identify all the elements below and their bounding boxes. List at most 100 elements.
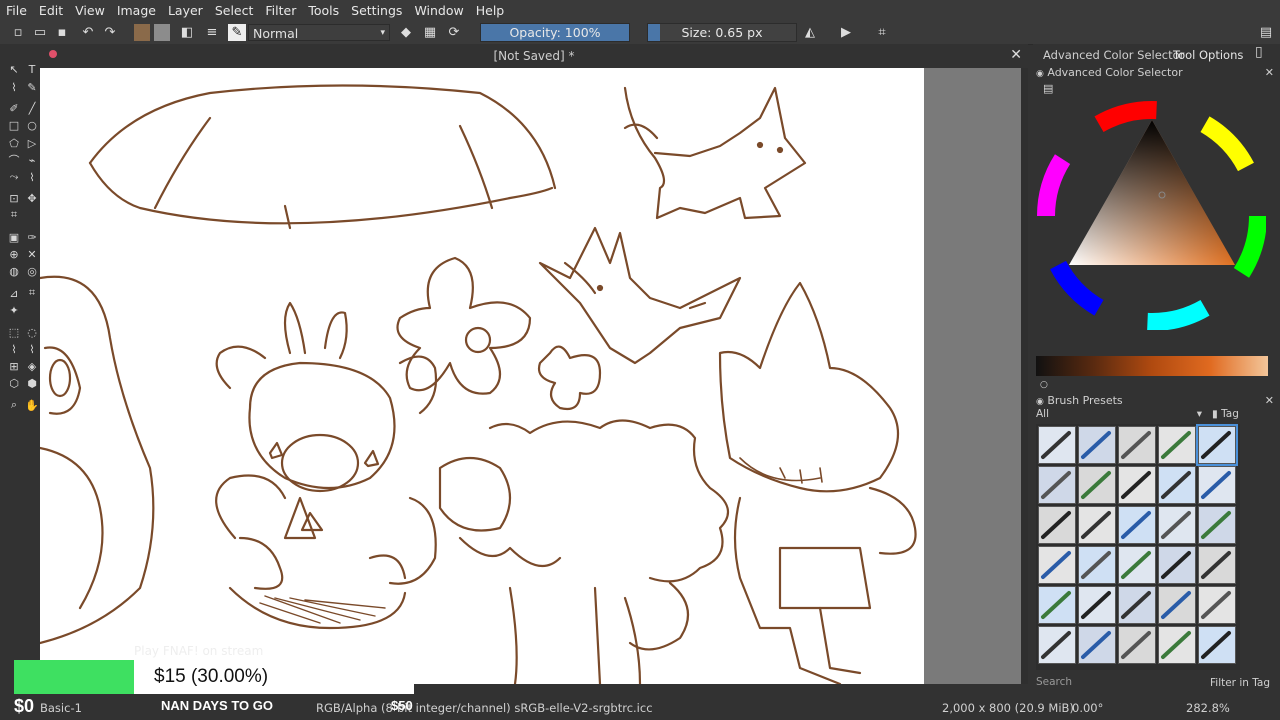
brush-preset-item[interactable]: [1118, 506, 1156, 544]
close-document-icon[interactable]: ✕: [1010, 47, 1022, 63]
tab-advanced-color-selector[interactable]: Advanced Color Selector: [1043, 48, 1184, 62]
document-tab[interactable]: [Not Saved] * ✕: [40, 44, 1028, 68]
menu-help[interactable]: Help: [470, 0, 511, 21]
brush-preset-item[interactable]: [1198, 546, 1236, 584]
brush-preset-item[interactable]: [1118, 626, 1156, 664]
canvas-paper[interactable]: [40, 68, 924, 684]
color-reset-icon[interactable]: ○: [1040, 380, 1048, 390]
brush-preset-item[interactable]: [1078, 586, 1116, 624]
tool-icon[interactable]: ○: [25, 118, 39, 132]
tool-icon[interactable]: ↖: [7, 62, 21, 76]
brush-preset-item[interactable]: [1158, 506, 1196, 544]
brush-preset-item[interactable]: [1158, 586, 1196, 624]
eraser-mode-icon[interactable]: ◆: [398, 24, 414, 41]
preserve-alpha-icon[interactable]: ▦: [422, 24, 438, 41]
tool-icon[interactable]: ⌗: [25, 286, 39, 300]
brush-preset-item[interactable]: [1158, 546, 1196, 584]
tool-icon[interactable]: ⊿: [7, 286, 21, 300]
tool-icon[interactable]: ✐: [7, 101, 21, 115]
brush-preset-item[interactable]: [1038, 546, 1076, 584]
menu-filter[interactable]: Filter: [259, 0, 302, 21]
brush-preset-item[interactable]: [1078, 506, 1116, 544]
color-settings-icon[interactable]: ▤: [1043, 82, 1053, 95]
brush-preset-item[interactable]: [1158, 466, 1196, 504]
brush-preset-item[interactable]: [1118, 546, 1156, 584]
color-history-strip[interactable]: [1036, 356, 1268, 376]
menu-edit[interactable]: Edit: [33, 0, 69, 21]
brush-preset-item[interactable]: [1118, 426, 1156, 464]
brush-preset-item[interactable]: [1038, 466, 1076, 504]
tool-icon[interactable]: ⌁: [25, 153, 39, 167]
tool-icon[interactable]: ⌇: [7, 80, 21, 94]
filter-in-tag-checkbox[interactable]: Filter in Tag: [1210, 677, 1270, 689]
brush-preset-item[interactable]: [1198, 466, 1236, 504]
tool-icon[interactable]: ◌: [25, 325, 39, 339]
menu-image[interactable]: Image: [111, 0, 162, 21]
redo-icon[interactable]: ↷: [102, 24, 118, 41]
menu-tools[interactable]: Tools: [302, 0, 345, 21]
brush-preset-item[interactable]: [1038, 586, 1076, 624]
new-document-icon[interactable]: ▫: [10, 24, 26, 41]
brush-preset-item[interactable]: [1198, 506, 1236, 544]
brush-preset-item[interactable]: [1158, 626, 1196, 664]
tool-icon[interactable]: ⬡: [7, 376, 21, 390]
tool-icon[interactable]: ⬢: [25, 376, 39, 390]
tool-icon[interactable]: ✦: [7, 303, 21, 317]
color-wheel[interactable]: [1036, 100, 1266, 330]
tool-icon[interactable]: ⌇: [25, 342, 39, 356]
brush-preset-icon[interactable]: ✎: [228, 24, 246, 41]
brush-preset-item[interactable]: [1038, 626, 1076, 664]
brush-preset-item[interactable]: [1078, 426, 1116, 464]
brush-preset-item[interactable]: [1198, 586, 1236, 624]
panel-close-icon[interactable]: ✕: [1265, 66, 1274, 79]
brush-settings-icon[interactable]: ≡: [204, 24, 220, 41]
tag-button[interactable]: ▮ Tag: [1212, 408, 1239, 420]
brush-preset-item[interactable]: [1038, 506, 1076, 544]
tool-icon[interactable]: ▣: [7, 230, 21, 244]
panel-lock-icon[interactable]: ◉: [1036, 69, 1044, 79]
status-zoom[interactable]: 282.8%: [1186, 701, 1230, 715]
tool-icon[interactable]: ◎: [25, 264, 39, 278]
mirror-horizontal-icon[interactable]: ◭: [802, 24, 818, 41]
menu-window[interactable]: Window: [408, 0, 469, 21]
gradient-swatch[interactable]: [134, 24, 150, 41]
tool-icon[interactable]: ✕: [25, 247, 39, 261]
canvas-area[interactable]: [40, 68, 1021, 684]
tool-icon[interactable]: ✑: [25, 230, 39, 244]
dock-menu-icon[interactable]: ▯: [1255, 44, 1263, 60]
tool-icon[interactable]: ⤳: [7, 170, 21, 184]
tool-icon[interactable]: ⬚: [7, 325, 21, 339]
wrap-around-icon[interactable]: ⌗: [874, 24, 890, 41]
tool-icon[interactable]: ⊕: [7, 247, 21, 261]
mirror-vertical-icon[interactable]: ▶: [838, 24, 854, 41]
color-swap-icon[interactable]: ◧: [178, 24, 196, 41]
tool-icon[interactable]: ◈: [25, 359, 39, 373]
workspace-icon[interactable]: ▤: [1258, 24, 1274, 41]
brush-preset-item[interactable]: [1078, 546, 1116, 584]
tool-icon[interactable]: □: [7, 118, 21, 132]
canvas-vertical-scrollbar[interactable]: [1021, 68, 1028, 684]
panel-lock-icon[interactable]: ◉: [1036, 397, 1044, 407]
size-slider[interactable]: Size: 0.65 px: [647, 23, 797, 42]
menu-settings[interactable]: Settings: [345, 0, 408, 21]
tool-icon[interactable]: ✎: [25, 80, 39, 94]
menu-select[interactable]: Select: [209, 0, 260, 21]
brush-preset-item[interactable]: [1078, 626, 1116, 664]
tool-icon[interactable]: ⌒: [7, 153, 21, 167]
blend-mode-select[interactable]: Normal ▾: [248, 24, 390, 41]
menu-view[interactable]: View: [69, 0, 111, 21]
tool-icon[interactable]: ╱: [25, 101, 39, 115]
tool-icon[interactable]: ⊞: [7, 359, 21, 373]
brush-preset-item[interactable]: [1196, 424, 1238, 466]
tool-icon[interactable]: ▷: [25, 136, 39, 150]
brush-preset-item[interactable]: [1038, 426, 1076, 464]
tool-icon[interactable]: ⌕: [7, 398, 21, 412]
tool-icon[interactable]: ✥: [25, 191, 39, 205]
brush-preset-item[interactable]: [1118, 586, 1156, 624]
menu-file[interactable]: File: [0, 0, 33, 21]
reload-preset-icon[interactable]: ⟳: [446, 24, 462, 41]
tool-icon[interactable]: ⌗: [7, 208, 21, 222]
brush-preset-item[interactable]: [1198, 626, 1236, 664]
pattern-swatch[interactable]: [154, 24, 170, 41]
brush-search-input[interactable]: Search: [1036, 676, 1206, 692]
